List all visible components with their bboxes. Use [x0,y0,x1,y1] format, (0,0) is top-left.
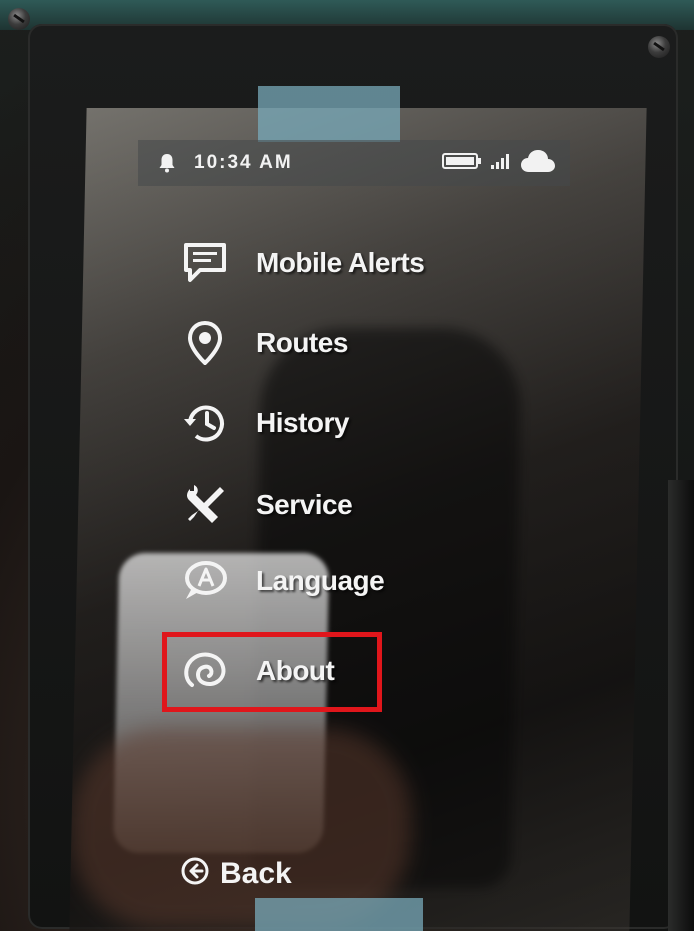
menu-item-label: Service [256,489,353,520]
signal-icon [490,152,512,175]
back-label: Back [220,856,292,890]
menu-item-service[interactable]: Service [176,475,353,535]
battery-icon [442,152,482,175]
cloud-icon [520,148,556,179]
menu-item-routes[interactable]: Routes [176,313,348,373]
highlight-box [162,632,382,712]
menu-item-label: History [256,407,349,438]
tape-top [258,86,400,142]
map-pin-icon [176,318,234,368]
menu-item-label: Language [256,565,385,596]
chat-bubble-icon [176,238,234,288]
menu-item-language[interactable]: Language [176,551,385,611]
menu-item-mobile-alerts[interactable]: Mobile Alerts [176,233,425,293]
screw-top-left [8,8,30,30]
back-arrow-icon [180,856,210,891]
device-edge [668,480,694,931]
status-time: 10:34 AM [194,152,293,173]
tape-bottom [255,898,423,931]
menu-item-history[interactable]: History [176,393,349,453]
clock-history-icon [176,398,234,448]
menu-item-label: Mobile Alerts [256,247,425,278]
touch-screen [69,108,647,931]
screw-top-right [648,36,670,58]
wrench-screwdriver-icon [176,480,234,530]
status-icons [442,148,556,179]
bell-icon[interactable] [158,153,176,173]
speech-bubble-a-icon [176,556,234,606]
menu-item-label: Routes [256,327,348,358]
back-button[interactable]: Back [180,856,292,891]
status-bar: 10:34 AM [138,140,570,186]
device-photo: 10:34 AM Mobile Alerts Routes History Se… [0,0,694,931]
